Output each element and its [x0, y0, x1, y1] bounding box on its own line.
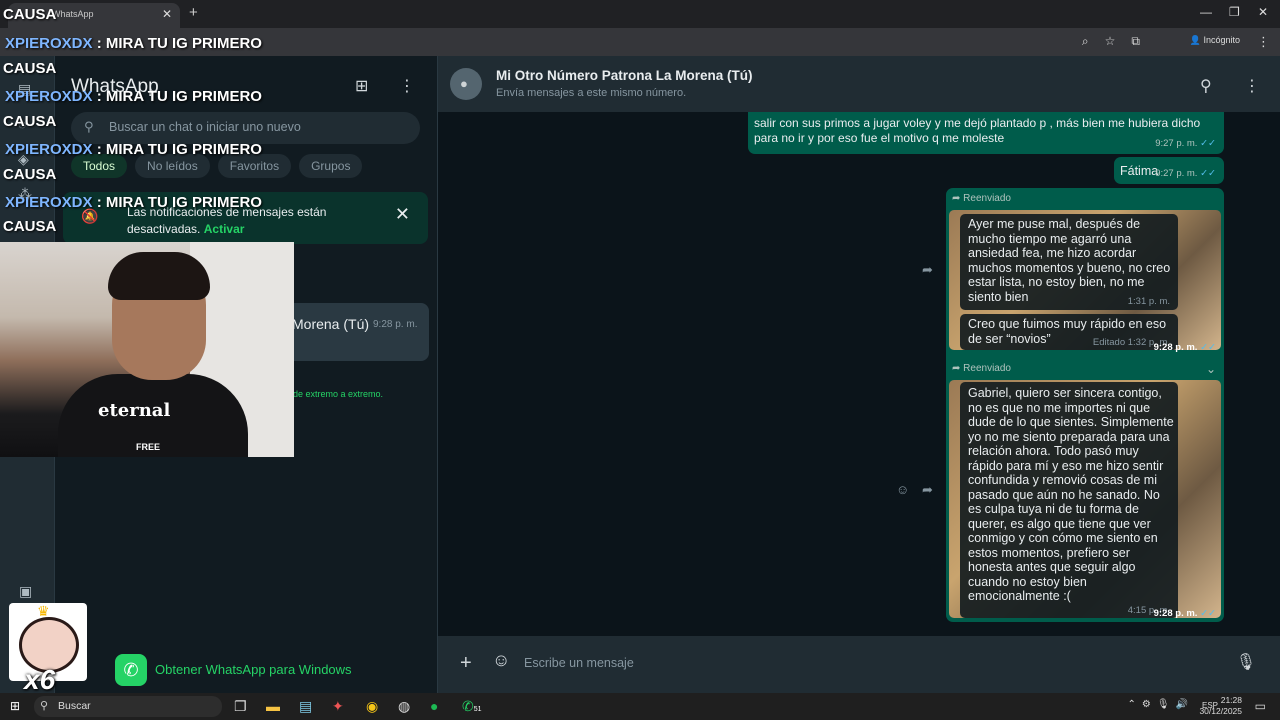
message-time: 9:28 p. m.: [1153, 608, 1198, 619]
bookmark-icon[interactable]: ☆: [1105, 34, 1116, 49]
get-windows-app-link[interactable]: ✆ Obtener WhatsApp para Windows: [115, 650, 375, 688]
emoji-reaction-icon[interactable]: ☺: [896, 482, 909, 497]
causa-label: CAUSA: [3, 166, 57, 183]
multiplier-label: x6: [24, 664, 56, 695]
taskbar-search-label: Buscar: [58, 700, 91, 712]
message-composer: + ☺ Escribe un mensaje 🎙: [438, 636, 1280, 693]
close-icon[interactable]: ✕: [395, 204, 410, 225]
system-tray: ⌃ ⚙ 🎙 🔊: [1127, 699, 1188, 710]
chrome-icon[interactable]: ◉: [366, 698, 378, 715]
clock[interactable]: 21:28 30/12/2025: [1199, 695, 1242, 717]
message-time: 9:27 p. m.: [1155, 167, 1198, 179]
message-bubble[interactable]: salir con sus primos a jugar voley y me …: [748, 112, 1224, 154]
message-bubble[interactable]: Fátima 9:27 p. m. ✓✓: [1114, 157, 1224, 184]
speaker-icon[interactable]: 🔊: [1176, 699, 1188, 710]
stream-chat-line: XPIEROXDX : MIRA TU IG PRIMERO: [5, 194, 262, 211]
quoted-message: Creo que fuimos muy rápido en eso de ser…: [960, 314, 1178, 350]
chat-header[interactable]: ● Mi Otro Número Patrona La Morena (Tú) …: [438, 56, 1280, 112]
webcam-overlay: eternal FREE: [0, 242, 294, 457]
clock-time: 21:28: [1220, 695, 1242, 705]
shirt-print: eternal: [98, 400, 171, 421]
mic-tray-icon[interactable]: 🎙: [1157, 699, 1170, 710]
message-time: 9:28 p. m.: [1153, 342, 1198, 353]
chat-item-name: Morena (Tú): [292, 316, 370, 332]
whatsapp-badge: 51: [473, 706, 482, 713]
file-explorer-icon[interactable]: ▬: [266, 698, 280, 714]
close-window-icon[interactable]: ✕: [1258, 5, 1268, 19]
whatsapp-logo-icon: ✆: [115, 654, 147, 686]
quoted-message: Gabriel, quiero ser sincera contigo, no …: [960, 382, 1178, 618]
obs-icon[interactable]: ◍: [398, 698, 410, 715]
read-ticks-icon: ✓✓: [1200, 167, 1216, 179]
spotify-icon[interactable]: ●: [430, 698, 438, 714]
read-ticks-icon: ✓✓: [1200, 137, 1216, 149]
search-icon[interactable]: ⚲: [1200, 76, 1212, 96]
forwarded-message[interactable]: ➦ Reenviado ⌄ Gabriel, quiero ser sincer…: [946, 358, 1224, 622]
chat-title: Mi Otro Número Patrona La Morena (Tú): [496, 68, 753, 83]
quoted-time: 1:31 p. m.: [1127, 295, 1170, 307]
chevron-down-icon[interactable]: ⌄: [1206, 362, 1216, 377]
causa-label: CAUSA: [3, 113, 57, 130]
avatar[interactable]: ●: [450, 68, 482, 100]
message-input[interactable]: Escribe un mensaje: [524, 656, 634, 670]
tray-app-icon[interactable]: ⚙: [1142, 699, 1151, 710]
task-view-icon[interactable]: ❐: [234, 698, 247, 715]
windows-start-icon[interactable]: ⊞: [10, 699, 20, 713]
search-icon: ⚲: [40, 700, 49, 712]
message-text: salir con sus primos a jugar voley y me …: [754, 116, 1201, 145]
stream-chat-overlay: CAUSA XPIEROXDX : MIRA TU IG PRIMERO CAU…: [0, 0, 270, 240]
chat-subtitle: Envía mensajes a este mismo número.: [496, 87, 687, 99]
incognito-badge[interactable]: 👤 Incógnito: [1190, 35, 1240, 46]
sticker-icon[interactable]: ☺: [492, 650, 510, 671]
taskbar-search[interactable]: ⚲ Buscar: [34, 696, 222, 717]
stream-chat-line: XPIEROXDX : MIRA TU IG PRIMERO: [5, 141, 262, 158]
stream-chat-line: XPIEROXDX : MIRA TU IG PRIMERO: [5, 88, 262, 105]
forwarded-label: ➦ Reenviado: [952, 363, 1011, 374]
zoom-icon[interactable]: ⌕: [1082, 34, 1089, 49]
shirt-print-sub: FREE: [136, 442, 161, 452]
message-text: Fátima: [1120, 164, 1159, 178]
read-ticks-icon: ✓✓: [1200, 608, 1216, 619]
person-icon: ●: [460, 76, 468, 91]
causa-label: CAUSA: [3, 6, 57, 23]
forward-icon[interactable]: ➦: [922, 482, 933, 498]
forwarded-label: ➦ Reenviado: [952, 193, 1011, 204]
streamer-hair: [108, 252, 210, 300]
message-time: 9:27 p. m.: [1155, 137, 1198, 149]
restore-icon[interactable]: ❐: [1229, 5, 1240, 19]
incognito-icon: 👤: [1189, 35, 1204, 45]
taskbar: ⊞ ⚲ Buscar ❐ ▬ ▤ ✦ ◉ ◍ ● ✆51 ⌃ ⚙ 🎙 🔊 ESP…: [0, 693, 1280, 720]
clock-date: 30/12/2025: [1199, 706, 1242, 716]
app-icon[interactable]: ✦: [332, 698, 344, 715]
causa-label: CAUSA: [3, 60, 57, 77]
menu-icon[interactable]: ⋮: [399, 76, 415, 96]
notification-center-icon[interactable]: ▭: [1255, 699, 1266, 713]
new-chat-icon[interactable]: ⊞: [355, 76, 368, 96]
filter-grupos[interactable]: Grupos: [299, 154, 363, 178]
mic-icon[interactable]: 🎙: [1236, 652, 1256, 672]
conversation-panel: ● Mi Otro Número Patrona La Morena (Tú) …: [438, 56, 1280, 693]
read-ticks-icon: ✓✓: [1200, 342, 1216, 353]
chevron-up-icon[interactable]: ⌃: [1127, 699, 1135, 710]
quoted-text: Gabriel, quiero ser sincera contigo, no …: [968, 386, 1174, 603]
whatsapp-taskbar-icon[interactable]: ✆51: [462, 698, 482, 715]
attach-icon[interactable]: +: [460, 652, 472, 675]
encryption-note[interactable]: de extremo a extremo.: [293, 389, 383, 399]
browser-menu-icon[interactable]: ⋮: [1257, 34, 1270, 50]
notepad-icon[interactable]: ▤: [299, 698, 312, 715]
menu-icon[interactable]: ⋮: [1244, 76, 1260, 96]
chat-item-time: 9:28 p. m.: [373, 319, 418, 330]
extensions-icon[interactable]: ⧉: [1131, 34, 1140, 49]
forward-icon[interactable]: ➦: [922, 262, 933, 278]
media-icon[interactable]: ▣: [19, 583, 32, 600]
quoted-message: Ayer me puse mal, después de mucho tiemp…: [960, 214, 1178, 310]
get-app-label: Obtener WhatsApp para Windows: [155, 662, 352, 677]
causa-label: CAUSA: [3, 218, 57, 235]
quoted-text: Ayer me puse mal, después de mucho tiemp…: [968, 217, 1171, 304]
stream-chat-line: XPIEROXDX : MIRA TU IG PRIMERO: [5, 35, 262, 52]
minimize-icon[interactable]: —: [1200, 5, 1212, 19]
